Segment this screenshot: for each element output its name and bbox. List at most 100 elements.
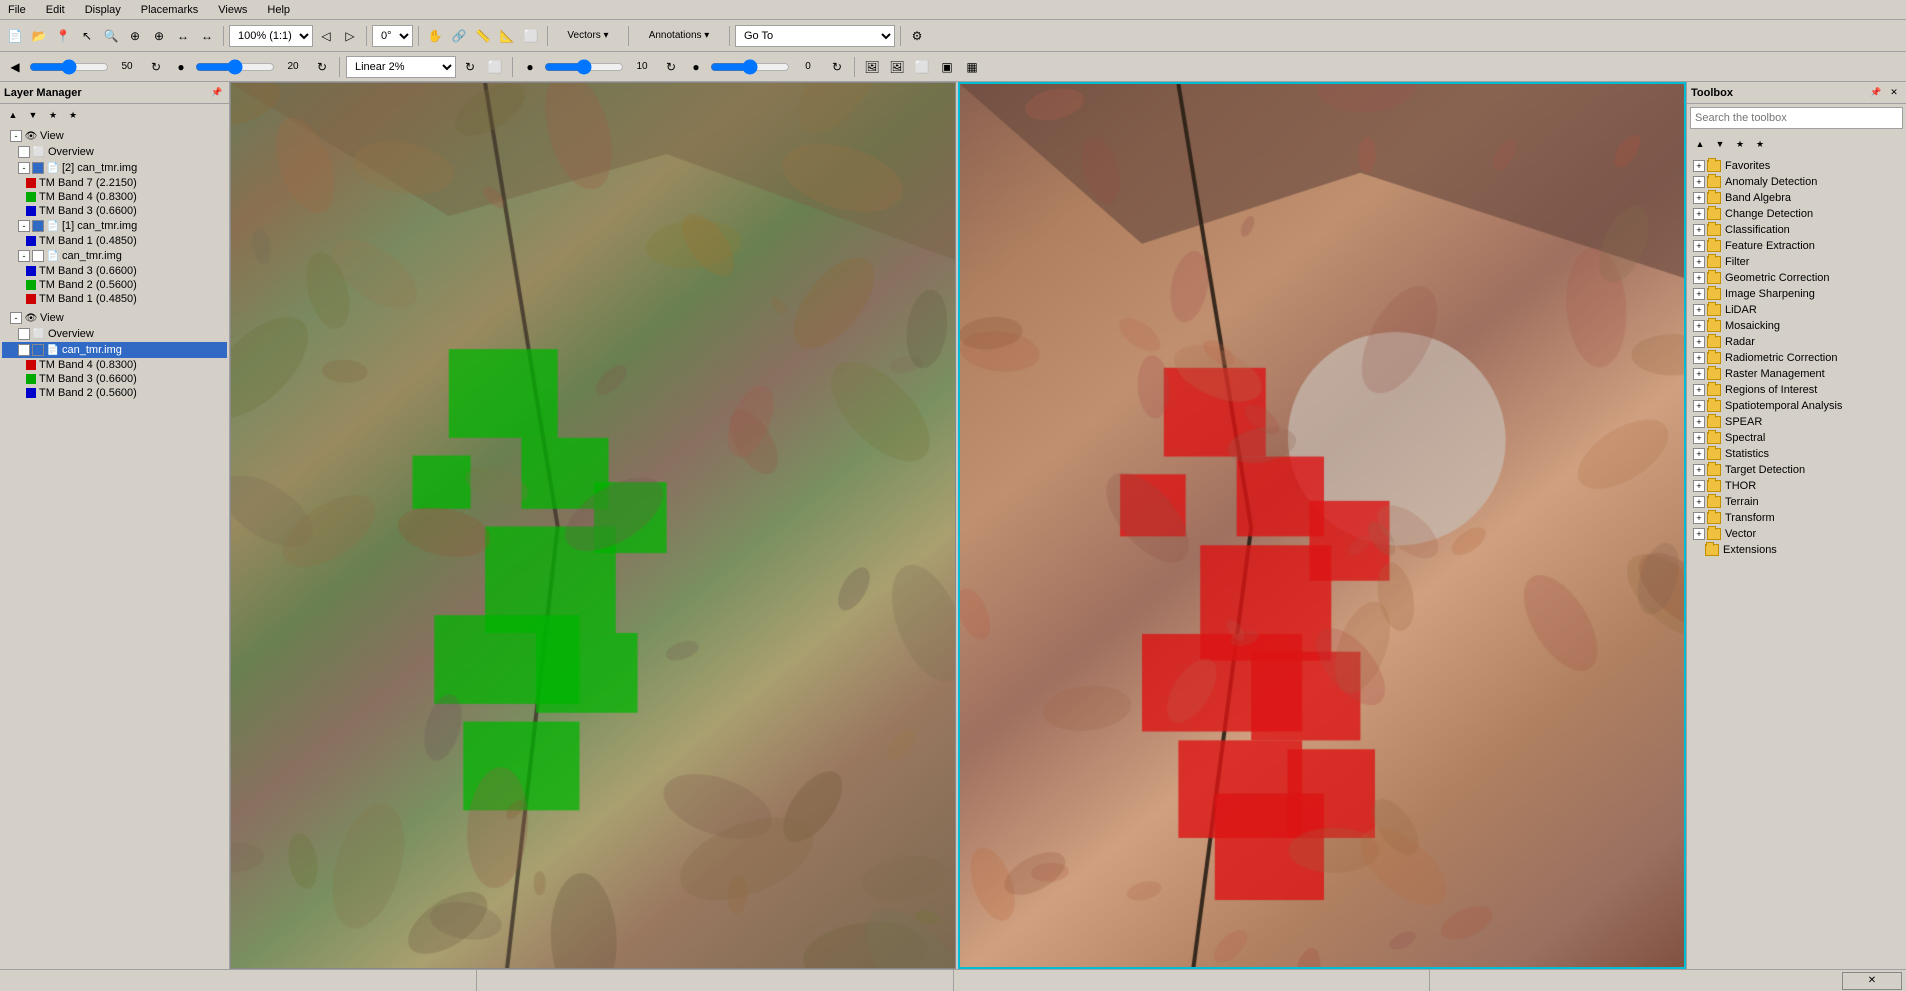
tb-expand-down[interactable]: ▼	[1711, 135, 1729, 153]
lm-pin-btn[interactable]: 📌	[209, 85, 225, 101]
toolbox-pin-btn[interactable]: 📌	[1868, 85, 1884, 101]
toolbox-item-23[interactable]: +Vector	[1689, 526, 1904, 542]
toolbox-item-1[interactable]: +Anomaly Detection	[1689, 174, 1904, 190]
toolbox-expand-11[interactable]: +	[1693, 336, 1705, 348]
view2-expand[interactable]: -	[10, 312, 22, 324]
overview1-item[interactable]: ⬜ Overview	[2, 144, 227, 160]
menu-views[interactable]: Views	[214, 2, 251, 18]
view-right[interactable]	[958, 82, 1686, 969]
toolbox-item-20[interactable]: +THOR	[1689, 478, 1904, 494]
toolbox-item-9[interactable]: +LiDAR	[1689, 302, 1904, 318]
zoom-in-btn[interactable]: ▷	[339, 25, 361, 47]
toolbox-expand-14[interactable]: +	[1693, 384, 1705, 396]
toolbox-expand-16[interactable]: +	[1693, 416, 1705, 428]
toolbox-expand-17[interactable]: +	[1693, 432, 1705, 444]
toolbox-item-8[interactable]: +Image Sharpening	[1689, 286, 1904, 302]
view-left[interactable]	[230, 82, 956, 969]
toolbox-item-4[interactable]: +Classification	[1689, 222, 1904, 238]
menu-placemarks[interactable]: Placemarks	[137, 2, 202, 18]
zoom-btn[interactable]: 🔍	[100, 25, 122, 47]
tb2-refresh4[interactable]: ↻	[660, 56, 682, 78]
cantmr-expand[interactable]: -	[18, 250, 30, 262]
toolbox-item-11[interactable]: +Radar	[1689, 334, 1904, 350]
toolbox-expand-6[interactable]: +	[1693, 256, 1705, 268]
toolbox-item-0[interactable]: +Favorites	[1689, 158, 1904, 174]
toolbox-item-14[interactable]: +Regions of Interest	[1689, 382, 1904, 398]
stretch-dropdown[interactable]: Linear 2%	[346, 56, 456, 78]
toolbox-item-22[interactable]: +Transform	[1689, 510, 1904, 526]
toolbox-item-12[interactable]: +Radiometric Correction	[1689, 350, 1904, 366]
toolbox-item-24[interactable]: Extensions	[1689, 542, 1904, 558]
file-1-item[interactable]: - 📄 [1] can_tmr.img	[2, 218, 227, 234]
toolbox-item-18[interactable]: +Statistics	[1689, 446, 1904, 462]
pan-btn[interactable]: ✋	[424, 25, 446, 47]
toolbox-expand-10[interactable]: +	[1693, 320, 1705, 332]
tool6[interactable]: ⊕	[148, 25, 170, 47]
toolbox-close-btn[interactable]: ✕	[1886, 85, 1902, 101]
toolbox-expand-5[interactable]: +	[1693, 240, 1705, 252]
toolbox-item-19[interactable]: +Target Detection	[1689, 462, 1904, 478]
file-cantmr-item[interactable]: - 📄 can_tmr.img	[2, 248, 227, 264]
tb2-tool1[interactable]: 🖼	[861, 56, 883, 78]
menu-edit[interactable]: Edit	[42, 2, 69, 18]
lm-down-btn[interactable]: ▼	[24, 106, 42, 124]
tb2-btn2[interactable]: ●	[170, 56, 192, 78]
tool7[interactable]: ↔	[172, 25, 194, 47]
menu-file[interactable]: File	[4, 2, 30, 18]
toolbox-expand-3[interactable]: +	[1693, 208, 1705, 220]
tb2-tool3[interactable]: ⬜	[911, 56, 933, 78]
tb-star2[interactable]: ★	[1751, 135, 1769, 153]
placemark-btn[interactable]: 📍	[52, 25, 74, 47]
menu-help[interactable]: Help	[263, 2, 294, 18]
lm-up-btn[interactable]: ▲	[4, 106, 22, 124]
overview1-cb[interactable]	[18, 146, 30, 158]
band3-item3[interactable]: TM Band 3 (0.6600)	[2, 372, 227, 386]
annotations-btn[interactable]: Annotations ▾	[634, 25, 724, 47]
view-group-2[interactable]: - 👁 View	[2, 310, 227, 326]
menu-display[interactable]: Display	[81, 2, 125, 18]
brightness-slider[interactable]	[29, 59, 109, 75]
lm-remove-btn[interactable]: ★	[64, 106, 82, 124]
toolbox-item-16[interactable]: +SPEAR	[1689, 414, 1904, 430]
tb-expand-up[interactable]: ▲	[1691, 135, 1709, 153]
tb2-tool2[interactable]: 🖼	[886, 56, 908, 78]
tb2-tool5[interactable]: ▦	[961, 56, 983, 78]
vectors-btn[interactable]: Vectors ▾	[553, 25, 623, 47]
toolbox-item-6[interactable]: +Filter	[1689, 254, 1904, 270]
toolbox-expand-18[interactable]: +	[1693, 448, 1705, 460]
toolbox-expand-21[interactable]: +	[1693, 496, 1705, 508]
band7-item[interactable]: TM Band 7 (2.2150)	[2, 176, 227, 190]
toolbox-expand-13[interactable]: +	[1693, 368, 1705, 380]
toolbox-item-21[interactable]: +Terrain	[1689, 494, 1904, 510]
file2-cb[interactable]	[32, 162, 44, 174]
overview2-item[interactable]: ⬜ Overview	[2, 326, 227, 342]
tb-star1[interactable]: ★	[1731, 135, 1749, 153]
settings-btn[interactable]: ⚙	[906, 25, 928, 47]
file-cantmr2-item[interactable]: - 📄 can_tmr.img	[2, 342, 227, 358]
band4-item1[interactable]: TM Band 4 (0.8300)	[2, 190, 227, 204]
cantmr2-expand[interactable]: -	[18, 344, 30, 356]
toolbox-expand-0[interactable]: +	[1693, 160, 1705, 172]
band2-item1[interactable]: TM Band 2 (0.5600)	[2, 278, 227, 292]
file1-expand[interactable]: -	[18, 220, 30, 232]
cursor-btn[interactable]: ↖	[76, 25, 98, 47]
cantmr2-cb[interactable]	[32, 344, 44, 356]
toolbox-expand-19[interactable]: +	[1693, 464, 1705, 476]
toolbox-expand-7[interactable]: +	[1693, 272, 1705, 284]
lm-add-btn[interactable]: ★	[44, 106, 62, 124]
toolbox-expand-4[interactable]: +	[1693, 224, 1705, 236]
tb2-refresh3[interactable]: ↻	[459, 56, 481, 78]
open-btn[interactable]: 📂	[28, 25, 50, 47]
new-btn[interactable]: 📄	[4, 25, 26, 47]
band3-item2[interactable]: TM Band 3 (0.6600)	[2, 264, 227, 278]
toolbox-expand-9[interactable]: +	[1693, 304, 1705, 316]
toolbox-item-5[interactable]: +Feature Extraction	[1689, 238, 1904, 254]
opacity-slider[interactable]	[544, 59, 624, 75]
measure-btn[interactable]: 📏	[472, 25, 494, 47]
chip-btn[interactable]: ⬜	[520, 25, 542, 47]
band3-item1[interactable]: TM Band 3 (0.6600)	[2, 204, 227, 218]
toolbox-expand-2[interactable]: +	[1693, 192, 1705, 204]
tool5[interactable]: ⊕	[124, 25, 146, 47]
overview2-cb[interactable]	[18, 328, 30, 340]
file1-cb[interactable]	[32, 220, 44, 232]
